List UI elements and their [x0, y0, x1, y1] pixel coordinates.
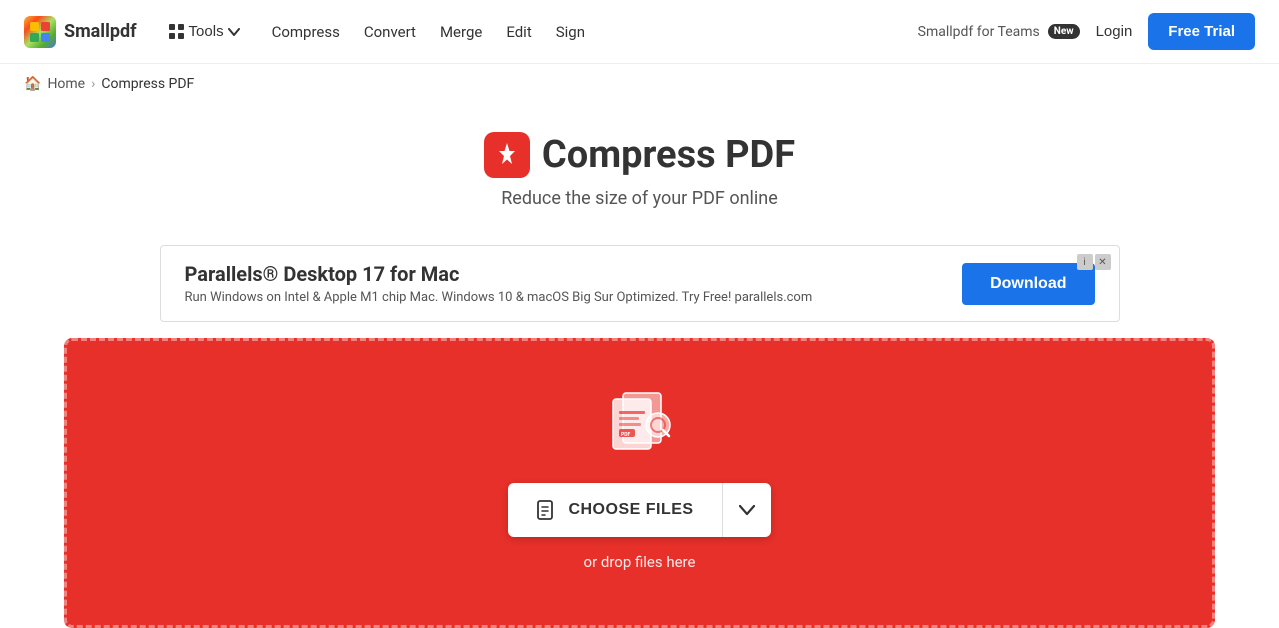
- navbar: Smallpdf Tools Compress Convert Merge Ed…: [0, 0, 1279, 64]
- breadcrumb-separator: ›: [91, 76, 95, 92]
- ad-banner: i ✕ Parallels® Desktop 17 for Mac Run Wi…: [160, 245, 1120, 322]
- ad-info-button[interactable]: i: [1077, 254, 1093, 270]
- tools-menu-button[interactable]: Tools: [161, 19, 248, 44]
- choose-files-row: CHOOSE FILES: [508, 483, 770, 537]
- nav-sign[interactable]: Sign: [556, 19, 585, 45]
- drop-hint: or drop files here: [584, 553, 696, 571]
- hero-section: Compress PDF Reduce the size of your PDF…: [0, 104, 1279, 229]
- nav-merge[interactable]: Merge: [440, 19, 482, 45]
- ad-text: Parallels® Desktop 17 for Mac Run Window…: [185, 262, 813, 305]
- grid-icon: [169, 24, 185, 40]
- dropdown-chevron-icon: [739, 502, 755, 518]
- new-badge: New: [1048, 24, 1080, 39]
- file-drop-zone[interactable]: PDF CHOOSE FILES or dr: [64, 338, 1215, 628]
- tools-label: Tools: [189, 23, 224, 40]
- nav-right: Smallpdf for Teams New Login Free Trial: [918, 13, 1255, 50]
- choose-files-dropdown-button[interactable]: [722, 483, 771, 537]
- drop-icon: PDF: [595, 385, 685, 459]
- breadcrumb-home[interactable]: Home: [47, 76, 85, 92]
- breadcrumb: 🏠 Home › Compress PDF: [0, 64, 1279, 104]
- choose-files-button[interactable]: CHOOSE FILES: [508, 483, 721, 537]
- ad-title: Parallels® Desktop 17 for Mac: [185, 262, 813, 286]
- logo[interactable]: Smallpdf: [24, 16, 137, 48]
- ad-download-button[interactable]: Download: [962, 263, 1094, 305]
- hero-subtitle: Reduce the size of your PDF online: [16, 188, 1263, 209]
- main-content: Compress PDF Reduce the size of your PDF…: [0, 104, 1279, 628]
- svg-text:PDF: PDF: [621, 432, 630, 438]
- nav-convert[interactable]: Convert: [364, 19, 416, 45]
- brand-name: Smallpdf: [64, 21, 137, 42]
- page-title: Compress PDF: [16, 132, 1263, 178]
- chevron-down-icon: [228, 28, 240, 36]
- nav-compress[interactable]: Compress: [272, 19, 340, 45]
- teams-section: Smallpdf for Teams New: [918, 24, 1080, 40]
- home-icon: 🏠: [24, 76, 41, 92]
- file-icon: [536, 499, 558, 521]
- ad-close-buttons: i ✕: [1077, 254, 1111, 270]
- logo-icon: [24, 16, 56, 48]
- login-button[interactable]: Login: [1096, 23, 1133, 40]
- ad-description: Run Windows on Intel & Apple M1 chip Mac…: [185, 290, 813, 305]
- choose-files-label: CHOOSE FILES: [568, 501, 693, 519]
- nav-left: Smallpdf Tools Compress Convert Merge Ed…: [24, 16, 585, 48]
- compress-icon: [484, 132, 530, 178]
- teams-label: Smallpdf for Teams: [918, 24, 1040, 40]
- free-trial-button[interactable]: Free Trial: [1148, 13, 1255, 50]
- breadcrumb-current: Compress PDF: [101, 76, 194, 92]
- ad-close-button[interactable]: ✕: [1095, 254, 1111, 270]
- nav-edit[interactable]: Edit: [506, 19, 531, 45]
